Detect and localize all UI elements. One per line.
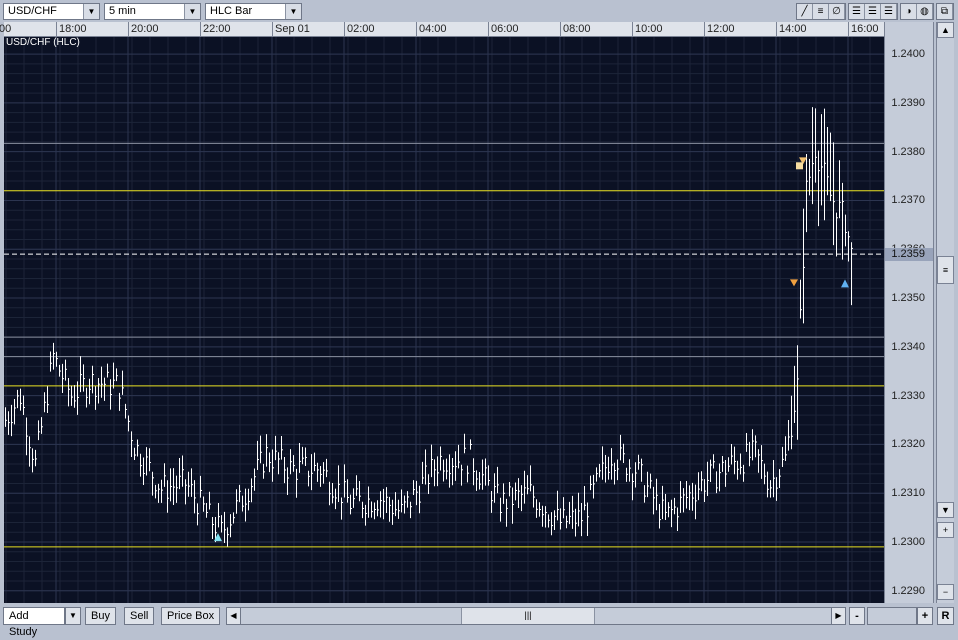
interval-value: 5 min: [109, 5, 136, 17]
sell-button[interactable]: Sell: [124, 607, 155, 625]
cancel-drawing-icon[interactable]: ∅: [829, 4, 845, 19]
chevron-down-icon[interactable]: ▼: [285, 4, 301, 19]
zoom-slider[interactable]: [867, 607, 917, 625]
price-label: 1.2370: [891, 194, 925, 207]
time-label: 06:00: [488, 22, 519, 37]
detach-window-icon: ⧉: [937, 4, 953, 19]
time-label: 12:00: [704, 22, 735, 37]
time-label: 00: [0, 22, 11, 37]
detach-window-button[interactable]: ⧉: [936, 3, 954, 20]
chart-type-select[interactable]: HLC Bar ▼: [205, 3, 302, 20]
grid-fine-icon[interactable]: ☰: [849, 4, 865, 19]
horizontal-line-icon[interactable]: ≡: [813, 4, 829, 19]
scroll-down-button[interactable]: ▼: [937, 502, 954, 518]
time-label: Sep 01: [272, 22, 310, 37]
price-label: 1.2310: [891, 487, 925, 500]
sell-marker-icon: [790, 279, 798, 287]
time-label: 10:00: [632, 22, 663, 37]
scroll-right-button[interactable]: ▶: [831, 608, 845, 624]
vertical-zoom-out-button[interactable]: −: [937, 584, 954, 600]
vertical-zoom-in-button[interactable]: +: [937, 522, 954, 538]
price-label: 1.2320: [891, 438, 925, 451]
price-label: 1.2300: [891, 536, 925, 548]
time-axis: 00 18:00 20:00 22:00 Sep 01 02:00 04:00 06:00 08…: [0, 22, 884, 37]
line-tool-icon[interactable]: ╱: [797, 4, 813, 19]
pattern-icon[interactable]: ◍: [917, 4, 933, 19]
symbol-value: USD/CHF: [8, 5, 57, 17]
time-label: 22:00: [200, 22, 231, 37]
grid-coarse-icon[interactable]: ☰: [881, 4, 897, 19]
grid-medium-icon[interactable]: ☰: [865, 4, 881, 19]
price-label: 1.2400: [891, 48, 925, 61]
price-label: 1.2340: [891, 340, 925, 353]
add-study-select[interactable]: Add Study: [3, 607, 65, 638]
buy-button[interactable]: Buy: [85, 607, 116, 625]
price-label: 1.2380: [891, 145, 925, 158]
drawing-tools: ╱ ≡ ∅: [796, 3, 846, 20]
price-label: 1.2350: [891, 292, 925, 305]
zoom-out-button[interactable]: -: [849, 607, 865, 625]
current-price-label: 1.2359: [885, 248, 933, 262]
price-chart[interactable]: [4, 37, 884, 603]
color-scheme-icon[interactable]: ◑: [901, 4, 917, 19]
price-label: 1.2390: [891, 96, 925, 109]
price-label: 1.2330: [891, 389, 925, 402]
time-label: 02:00: [344, 22, 375, 37]
vertical-scrollbar[interactable]: ▲ ≡ ▼ + −: [936, 22, 954, 603]
time-label: 04:00: [416, 22, 447, 37]
reset-button[interactable]: R: [937, 607, 954, 625]
grid-tools: ☰ ☰ ☰: [848, 3, 898, 20]
chart-title: USD/CHF (HLC): [6, 37, 80, 48]
chart-type-value: HLC Bar: [210, 5, 253, 17]
order-marker-icon: [796, 162, 803, 170]
scroll-up-button[interactable]: ▲: [937, 22, 954, 38]
chevron-down-icon[interactable]: ▼: [184, 4, 200, 19]
scroll-left-button[interactable]: ◀: [227, 608, 241, 624]
price-axis[interactable]: 1.24001.23901.23801.23701.23601.23501.23…: [884, 22, 934, 603]
bottom-toolbar: Add Study ▼ Buy Sell Price Box ◀ ||| ▶ -…: [0, 605, 958, 638]
price-box-button[interactable]: Price Box: [161, 607, 221, 625]
time-label: 14:00: [776, 22, 807, 37]
horizontal-scrollbar[interactable]: ◀ ||| ▶: [226, 607, 846, 625]
style-tools: ◑ ◍: [900, 3, 934, 20]
zoom-in-button[interactable]: +: [917, 607, 933, 625]
symbol-select[interactable]: USD/CHF ▼: [3, 3, 100, 20]
chevron-down-icon[interactable]: ▼: [65, 607, 81, 625]
time-label: 16:00: [848, 22, 879, 37]
time-label: 20:00: [128, 22, 159, 37]
scroll-thumb[interactable]: ≡: [937, 256, 954, 284]
chevron-down-icon[interactable]: ▼: [83, 4, 99, 19]
scroll-thumb[interactable]: |||: [461, 608, 595, 624]
time-label: 08:00: [560, 22, 591, 37]
time-label: 18:00: [56, 22, 87, 37]
interval-select[interactable]: 5 min ▼: [104, 3, 201, 20]
price-label: 1.2290: [891, 584, 925, 597]
